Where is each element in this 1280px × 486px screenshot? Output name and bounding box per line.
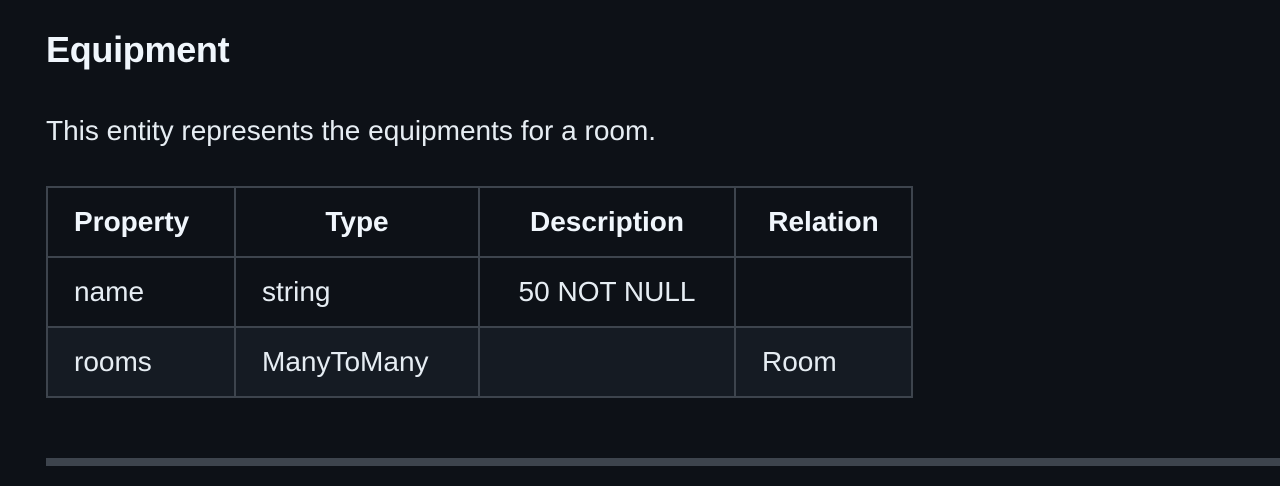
table-header-row: Property Type Description Relation — [46, 186, 913, 258]
cell-relation: Room — [734, 326, 913, 398]
cell-property: name — [46, 256, 236, 328]
header-description: Description — [478, 186, 736, 258]
table-row: rooms ManyToMany Room — [46, 326, 913, 398]
cell-type: string — [234, 256, 480, 328]
section-heading: Equipment — [46, 29, 230, 70]
header-relation: Relation — [734, 186, 913, 258]
cell-description — [478, 326, 736, 398]
cell-type: ManyToMany — [234, 326, 480, 398]
header-property: Property — [46, 186, 236, 258]
header-type: Type — [234, 186, 480, 258]
section-description: This entity represents the equipments fo… — [46, 115, 657, 146]
table-row: name string 50 NOT NULL — [46, 256, 913, 328]
horizontal-rule — [46, 458, 1280, 466]
cell-property: rooms — [46, 326, 236, 398]
cell-relation — [734, 256, 913, 328]
properties-table: Property Type Description Relation name … — [46, 186, 913, 398]
cell-description: 50 NOT NULL — [478, 256, 736, 328]
